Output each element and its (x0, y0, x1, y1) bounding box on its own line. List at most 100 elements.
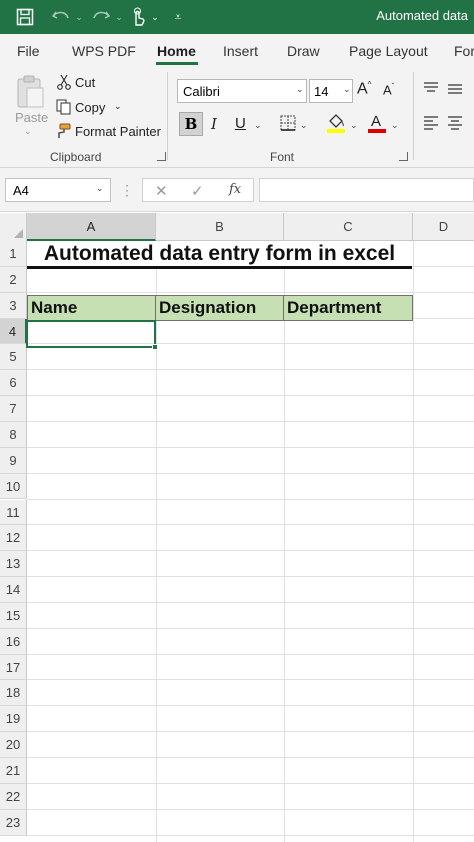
italic-button[interactable]: I (211, 115, 217, 133)
font-family-value: Calibri (183, 84, 220, 99)
decrease-font-size-icon[interactable]: Aˇ (383, 82, 394, 97)
row-header-11[interactable]: 11 (0, 499, 27, 526)
column-gridline (284, 241, 285, 842)
format-painter-button[interactable]: Format Painter (75, 124, 161, 139)
font-color-dropdown-icon[interactable]: ⌄ (391, 120, 399, 131)
column-header-a[interactable]: A (27, 213, 156, 241)
ribbon-home: Paste ⌄ Cut Copy ⌄ Format Painter Clipbo… (0, 68, 474, 168)
touch-mode-icon[interactable] (128, 6, 148, 28)
row-header-4[interactable]: 4 (0, 318, 27, 345)
undo-icon[interactable] (50, 6, 72, 28)
row-header-19[interactable]: 19 (0, 706, 27, 733)
row-header-7[interactable]: 7 (0, 396, 27, 422)
font-size-dropdown-icon[interactable]: ⌄ (343, 84, 351, 95)
title-cell[interactable]: Automated data entry form in excel (27, 241, 412, 267)
copy-button[interactable]: Copy (75, 100, 105, 115)
name-box-dropdown-icon[interactable]: ⌄ (96, 183, 104, 194)
tab-file[interactable]: File (17, 43, 40, 59)
select-all-button[interactable] (0, 213, 27, 241)
align-center-icon[interactable] (447, 116, 463, 130)
paste-icon[interactable] (14, 74, 46, 110)
middle-align-icon[interactable] (447, 82, 463, 96)
font-family-dropdown-icon[interactable]: ⌄ (296, 84, 304, 95)
header-cell-department[interactable]: Department (283, 295, 413, 321)
underline-dropdown-icon[interactable]: ⌄ (254, 120, 262, 131)
row-header-9[interactable]: 9 (0, 447, 27, 474)
tab-wps-pdf[interactable]: WPS PDF (72, 43, 136, 59)
paste-dropdown-icon[interactable]: ⌄ (24, 126, 32, 137)
borders-icon[interactable] (280, 115, 296, 131)
paste-button[interactable]: Paste (15, 110, 48, 125)
more-options-icon[interactable]: ⋮ (120, 182, 134, 199)
font-launcher-icon[interactable] (399, 152, 408, 161)
row-header-20[interactable]: 20 (0, 732, 27, 758)
row-header-6[interactable]: 6 (0, 370, 27, 397)
row-header-22[interactable]: 22 (0, 783, 27, 810)
copy-dropdown-icon[interactable]: ⌄ (114, 101, 122, 112)
row-header-18[interactable]: 18 (0, 680, 27, 707)
group-separator (413, 72, 414, 160)
tab-home[interactable]: Home (157, 43, 196, 59)
increase-font-size-icon[interactable]: A^ (357, 80, 371, 98)
clipboard-launcher-icon[interactable] (157, 152, 166, 161)
row-gridline (27, 627, 474, 629)
row-header-5[interactable]: 5 (0, 344, 27, 371)
tab-page-layout[interactable]: Page Layout (349, 43, 428, 59)
insert-function-icon[interactable]: fx (229, 182, 241, 197)
column-gridline (156, 241, 157, 842)
touch-mode-dropdown-icon[interactable]: ⌄ (150, 6, 160, 28)
row-header-23[interactable]: 23 (0, 809, 27, 836)
tab-formulas[interactable]: For (454, 43, 474, 59)
cut-button[interactable]: Cut (75, 75, 95, 90)
font-color-icon[interactable]: A (367, 112, 387, 134)
copy-icon (56, 99, 72, 115)
svg-text:A: A (371, 113, 381, 130)
formula-input[interactable] (259, 178, 474, 202)
row-header-10[interactable]: 10 (0, 473, 27, 500)
row-header-3[interactable]: 3 (0, 292, 27, 319)
row-header-15[interactable]: 15 (0, 602, 27, 629)
align-left-icon[interactable] (423, 116, 439, 130)
header-cell-name[interactable]: Name (27, 295, 157, 321)
row-gridline (27, 446, 474, 448)
bold-button[interactable]: B (179, 112, 203, 136)
row-gridline (27, 498, 474, 500)
fill-color-dropdown-icon[interactable]: ⌄ (350, 120, 358, 131)
row-header-21[interactable]: 21 (0, 758, 27, 784)
fill-handle[interactable] (152, 344, 158, 350)
tab-insert[interactable]: Insert (223, 43, 258, 59)
row-header-2[interactable]: 2 (0, 266, 27, 293)
enter-icon[interactable]: ✓ (191, 182, 204, 200)
row-gridline (27, 705, 474, 707)
column-header-b[interactable]: B (156, 213, 284, 241)
row-header-1[interactable]: 1 (0, 241, 27, 267)
row-header-8[interactable]: 8 (0, 421, 27, 448)
title-underline (27, 266, 412, 269)
top-align-icon[interactable] (423, 82, 439, 96)
row-header-13[interactable]: 13 (0, 551, 27, 578)
row-gridline (27, 395, 474, 397)
row-header-12[interactable]: 12 (0, 525, 27, 552)
font-family-select[interactable]: Calibri (177, 79, 307, 103)
borders-dropdown-icon[interactable]: ⌄ (300, 120, 308, 131)
customize-toolbar-icon[interactable]: ⩡ (170, 6, 186, 28)
row-header-14[interactable]: 14 (0, 577, 27, 603)
cancel-icon[interactable]: ✕ (155, 182, 168, 200)
save-icon[interactable] (14, 6, 36, 28)
select-all-icon (14, 229, 23, 238)
row-header-17[interactable]: 17 (0, 654, 27, 681)
redo-icon[interactable] (90, 6, 112, 28)
undo-dropdown-icon[interactable]: ⌄ (74, 6, 84, 28)
active-cell[interactable] (26, 320, 156, 348)
row-header-16[interactable]: 16 (0, 628, 27, 655)
row-gridline (27, 420, 474, 422)
tab-draw[interactable]: Draw (287, 43, 320, 59)
row-gridline (27, 550, 474, 552)
redo-dropdown-icon[interactable]: ⌄ (114, 6, 124, 28)
fill-color-icon[interactable] (326, 112, 346, 134)
header-cell-designation[interactable]: Designation (155, 295, 285, 321)
column-header-d[interactable]: D (413, 213, 474, 241)
worksheet-grid: A B C D 1 2 3 4 5 6 7 8 9 10 11 12 13 14 15 16 17 18 19 20 2… (0, 213, 474, 842)
underline-button[interactable]: U (235, 115, 246, 132)
column-header-c[interactable]: C (284, 213, 413, 241)
